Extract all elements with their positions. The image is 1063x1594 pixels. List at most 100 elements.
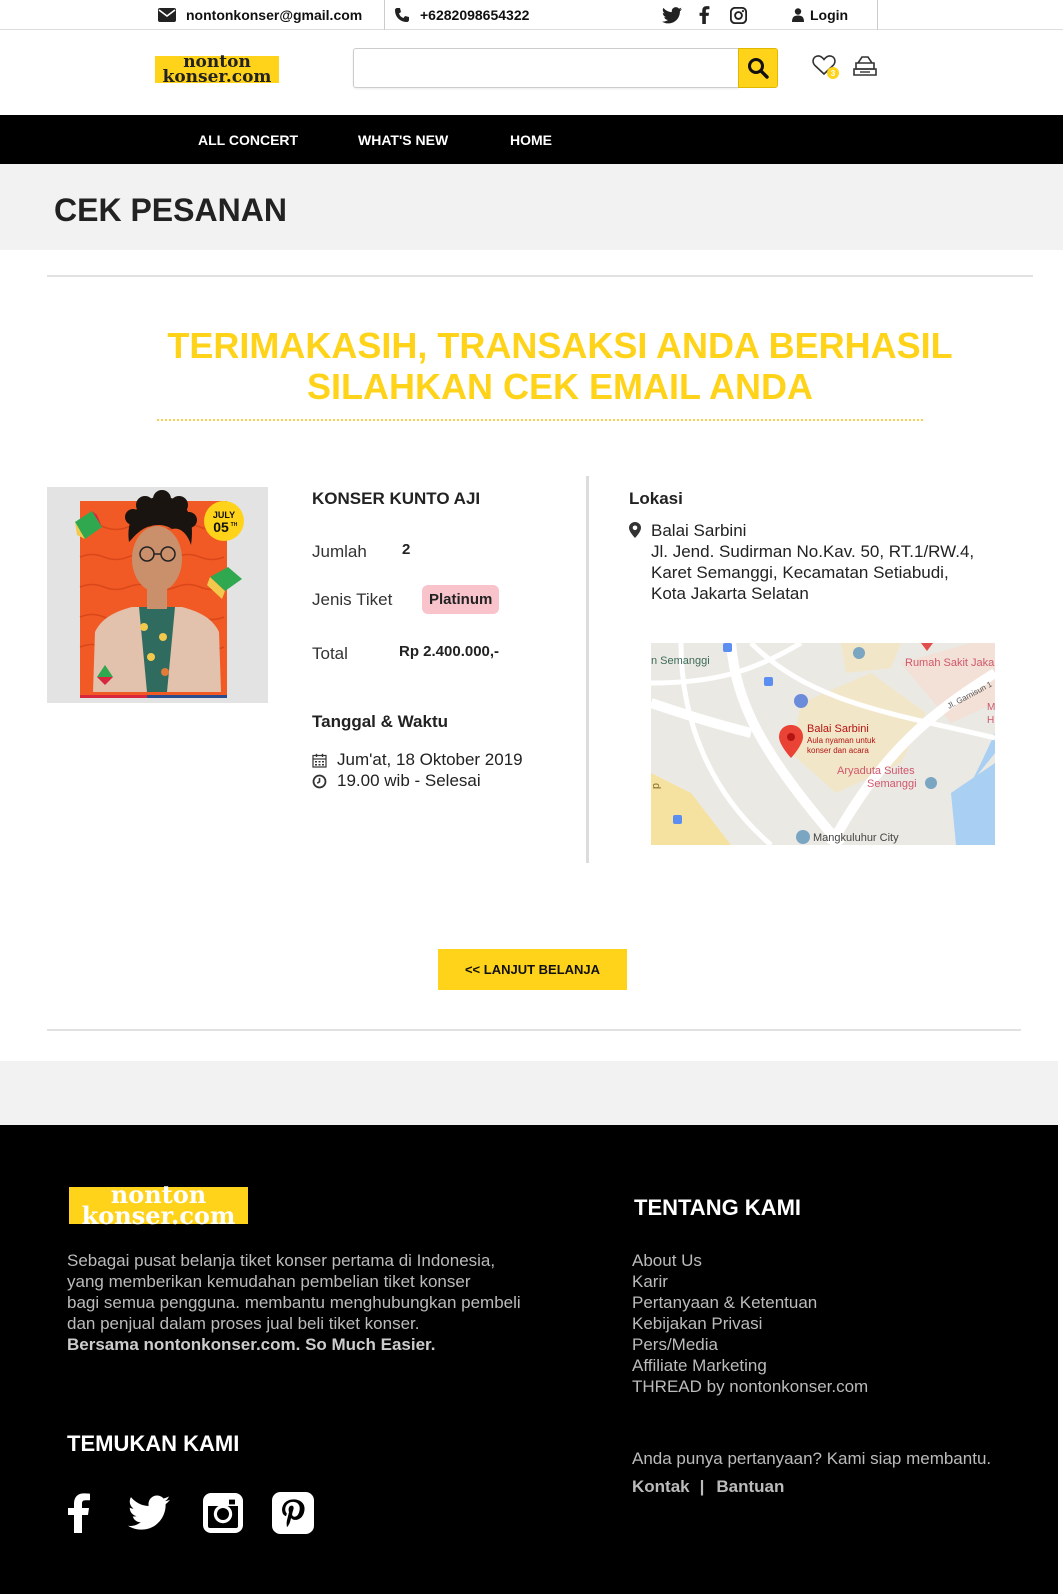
title-band: CEK PESANAN bbox=[0, 164, 1063, 250]
poster-day: 05 bbox=[213, 519, 229, 535]
link-faq-terms[interactable]: Pertanyaan & Ketentuan bbox=[632, 1292, 868, 1313]
footer-facebook-link[interactable] bbox=[57, 1491, 101, 1535]
concert-title: KONSER KUNTO AJI bbox=[312, 489, 481, 508]
ticket-type-label: Jenis Tiket bbox=[312, 590, 393, 609]
footer-desc-line4: dan penjual dalam proses jual beli tiket… bbox=[67, 1314, 420, 1333]
nav-whats-new[interactable]: WHAT'S NEW bbox=[358, 115, 448, 164]
venue-map[interactable]: n Semanggi Rumah Sakit Jaka Jl. Garnisun… bbox=[651, 643, 995, 845]
success-message-line1: TERIMAKASIH, TRANSAKSI ANDA BERHASIL bbox=[167, 325, 953, 366]
about-title: TENTANG KAMI bbox=[634, 1195, 802, 1220]
map-label-venue: Balai Sarbini bbox=[807, 723, 869, 735]
link-press[interactable]: Pers/Media bbox=[632, 1334, 868, 1355]
footer-tagline: Bersama nontonkonser.com. So Much Easier… bbox=[67, 1335, 436, 1354]
twitter-link[interactable] bbox=[662, 0, 682, 30]
pinterest-icon bbox=[272, 1492, 314, 1534]
instagram-icon bbox=[730, 6, 747, 24]
map-pin-icon bbox=[629, 522, 641, 538]
facebook-icon bbox=[68, 1493, 90, 1533]
map-label-hotel2: Semanggi bbox=[867, 778, 917, 790]
footer-logo[interactable]: nonton konser.com bbox=[69, 1182, 248, 1230]
total-label: Total bbox=[312, 644, 348, 663]
help-links: Kontak | Bantuan bbox=[632, 1477, 784, 1497]
concert-poster: JULY 05 TH bbox=[47, 487, 268, 703]
success-message-line2: SILAHKAN CEK EMAIL ANDA bbox=[306, 366, 813, 407]
link-privacy[interactable]: Kebijakan Privasi bbox=[632, 1313, 868, 1334]
footer-description: Sebagai pusat belanja tiket konser perta… bbox=[67, 1250, 521, 1355]
event-date: Jum'at, 18 Oktober 2019 bbox=[312, 750, 523, 770]
divider bbox=[47, 275, 1033, 277]
twitter-icon bbox=[662, 6, 682, 23]
help-question: Anda punya pertanyaan? Kami siap membant… bbox=[632, 1449, 992, 1468]
footer-desc-line2: yang memberikan kemudahan pembelian tike… bbox=[67, 1272, 471, 1291]
cart-button[interactable] bbox=[852, 54, 880, 82]
map-label-m: M bbox=[987, 702, 995, 713]
dotted-divider bbox=[157, 419, 923, 421]
footer-pinterest-link[interactable] bbox=[271, 1491, 315, 1535]
map-label-h: H bbox=[987, 715, 994, 726]
login-label: Login bbox=[810, 7, 849, 23]
link-affiliate[interactable]: Affiliate Marketing bbox=[632, 1355, 868, 1376]
logo-line2: konser.com bbox=[162, 66, 272, 87]
top-bar: nontonkonser@gmail.com +6282098654322 Lo… bbox=[0, 0, 1063, 30]
facebook-link[interactable] bbox=[699, 0, 710, 30]
poster-day-suffix: TH bbox=[231, 522, 238, 528]
address-line2: Karet Semanggi, Kecamatan Setiabudi, bbox=[651, 563, 949, 582]
map-label-hotel1: Aryaduta Suites bbox=[837, 765, 915, 777]
continue-shopping-button[interactable]: << LANJUT BELANJA bbox=[438, 949, 627, 990]
link-help[interactable]: Bantuan bbox=[716, 1477, 784, 1497]
footer-desc-line1: Sebagai pusat belanja tiket konser perta… bbox=[67, 1251, 496, 1270]
vertical-divider bbox=[586, 476, 589, 863]
cart-icon bbox=[853, 56, 877, 76]
quantity-label: Jumlah bbox=[312, 542, 367, 561]
search-button[interactable] bbox=[738, 48, 778, 88]
contact-email[interactable]: nontonkonser@gmail.com bbox=[158, 0, 362, 30]
main-nav: ALL CONCERT WHAT'S NEW HOME bbox=[0, 115, 1063, 164]
event-date-text: Jum'at, 18 Oktober 2019 bbox=[337, 750, 523, 769]
search-input[interactable] bbox=[353, 48, 739, 88]
map-label-mall: Mangkuluhur City bbox=[813, 832, 899, 844]
instagram-link[interactable] bbox=[730, 0, 747, 30]
total-value: Rp 2.400.000,- bbox=[399, 643, 500, 660]
event-time-text: 19.00 wib - Selesai bbox=[337, 771, 481, 790]
divider bbox=[384, 0, 385, 30]
address-line1: Jl. Jend. Sudirman No.Kav. 50, RT.1/RW.4… bbox=[651, 542, 975, 561]
search-icon bbox=[748, 58, 769, 79]
site-logo[interactable]: nonton konser.com bbox=[155, 53, 279, 87]
ticket-type-badge: Platinum bbox=[422, 585, 500, 614]
map-label-venue-sub1: Aula nyaman untuk bbox=[807, 736, 876, 745]
link-contact[interactable]: Kontak bbox=[632, 1477, 690, 1497]
link-thread[interactable]: THREAD by nontonkonser.com bbox=[632, 1376, 868, 1397]
map-label-venue-sub2: konser dan acara bbox=[807, 746, 869, 755]
user-icon bbox=[792, 8, 804, 22]
footer-logo-line2: konser.com bbox=[81, 1200, 236, 1230]
quantity-value: 2 bbox=[402, 541, 411, 558]
login-link[interactable]: Login bbox=[792, 0, 848, 30]
nav-home[interactable]: HOME bbox=[510, 115, 552, 164]
footer-twitter-link[interactable] bbox=[127, 1491, 171, 1535]
footer-desc-line3: bagi semua pengguna. membantu menghubung… bbox=[67, 1293, 521, 1312]
map-label-hospital: Rumah Sakit Jaka bbox=[905, 657, 995, 669]
nav-all-concert[interactable]: ALL CONCERT bbox=[198, 115, 298, 164]
phone-icon bbox=[395, 8, 409, 22]
facebook-icon bbox=[699, 6, 710, 24]
footer-instagram-link[interactable] bbox=[201, 1491, 245, 1535]
mail-icon bbox=[158, 8, 176, 22]
email-text: nontonkonser@gmail.com bbox=[186, 7, 363, 23]
contact-phone[interactable]: +6282098654322 bbox=[394, 0, 529, 30]
about-links: About Us Karir Pertanyaan & Ketentuan Ke… bbox=[632, 1250, 868, 1397]
page-title: CEK PESANAN bbox=[54, 192, 287, 228]
address-line3: Kota Jakarta Selatan bbox=[651, 584, 809, 603]
find-us-title: TEMUKAN KAMI bbox=[67, 1431, 240, 1456]
link-about-us[interactable]: About Us bbox=[632, 1250, 868, 1271]
poster-image: JULY 05 TH bbox=[47, 487, 268, 703]
divider bbox=[47, 1029, 1021, 1031]
venue-address: Balai Sarbini Jl. Jend. Sudirman No.Kav.… bbox=[651, 520, 974, 604]
wishlist-count-badge: 3 bbox=[827, 67, 839, 79]
wishlist-button[interactable]: 3 bbox=[812, 54, 840, 82]
divider bbox=[877, 0, 878, 30]
calendar-icon bbox=[312, 753, 327, 768]
footer: nonton konser.com Sebagai pusat belanja … bbox=[0, 1125, 1058, 1594]
link-karir[interactable]: Karir bbox=[632, 1271, 868, 1292]
map-label-d: d bbox=[651, 783, 662, 789]
event-time: 19.00 wib - Selesai bbox=[312, 771, 481, 791]
